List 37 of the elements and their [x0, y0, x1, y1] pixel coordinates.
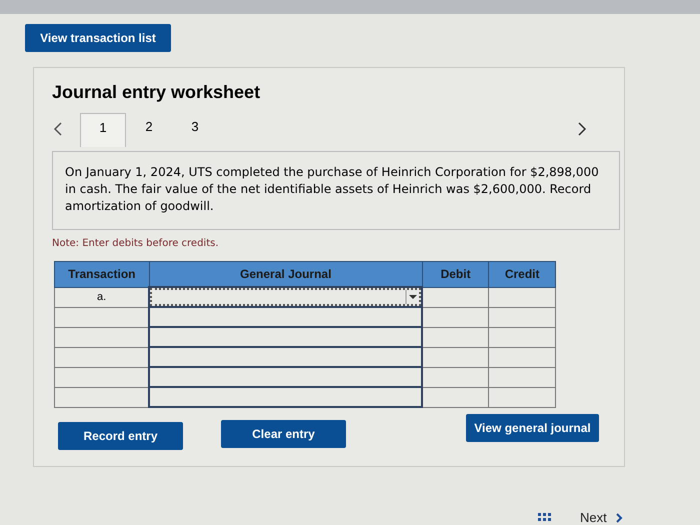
chevron-right-icon[interactable] [614, 512, 623, 522]
debit-field[interactable] [422, 347, 489, 367]
debit-field[interactable] [422, 327, 489, 347]
tab[interactable]: 1 [80, 113, 126, 147]
tab[interactable]: 3 [172, 113, 218, 147]
account-field[interactable] [149, 327, 422, 347]
view-transaction-list-button[interactable]: View transaction list [25, 24, 171, 52]
transaction-cell: a. [54, 287, 150, 307]
debit-field[interactable] [422, 367, 489, 387]
account-field[interactable] [149, 387, 422, 407]
debit-field[interactable] [422, 287, 489, 307]
credit-field[interactable] [488, 287, 556, 307]
credit-field[interactable] [488, 307, 556, 327]
action-button[interactable]: Clear entry [221, 420, 346, 448]
column-header: Debit [422, 262, 489, 287]
credit-field[interactable] [488, 387, 556, 407]
account-field[interactable] [149, 287, 422, 307]
grid-icon[interactable] [538, 512, 552, 522]
account-field[interactable] [149, 307, 422, 327]
debit-field[interactable] [422, 307, 489, 327]
account-field[interactable] [149, 347, 422, 367]
tab[interactable]: 2 [126, 113, 172, 147]
action-button[interactable]: Record entry [58, 422, 183, 450]
credit-field[interactable] [488, 327, 556, 347]
next-link[interactable]: Next [580, 510, 607, 525]
note-text: Note: Enter debits before credits. [52, 238, 220, 249]
dropdown-icon[interactable] [405, 290, 420, 304]
account-field[interactable] [149, 367, 422, 387]
debit-field[interactable] [422, 387, 489, 407]
worksheet-title: Journal entry worksheet [52, 82, 262, 103]
problem-description: On January 1, 2024, UTS completed the purchase of Heinrich Corporation for $2,898,000 in cash. The fair value of the net identifiable assets of Heinrich was $2,600,000. Record amortization of goodwill. [52, 151, 620, 230]
action-button[interactable]: View general journal [466, 414, 599, 442]
column-header: General Journal [149, 262, 422, 287]
column-header: Transaction [54, 262, 150, 287]
credit-field[interactable] [488, 347, 556, 367]
column-header: Credit [488, 262, 556, 287]
credit-field[interactable] [488, 367, 556, 387]
